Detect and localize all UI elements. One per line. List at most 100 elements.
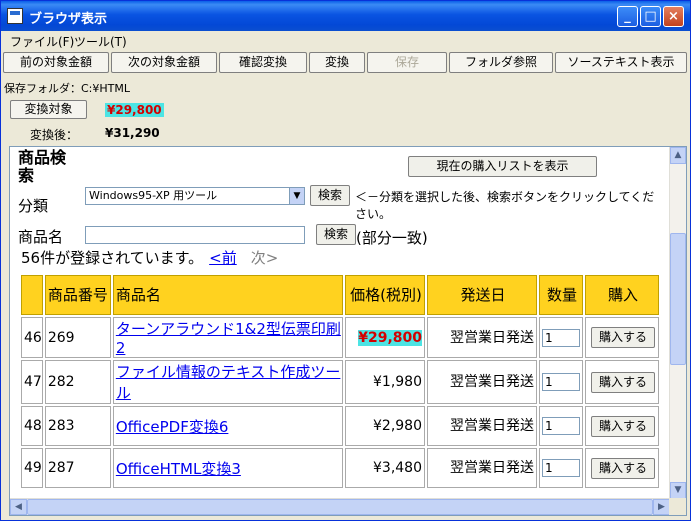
maximize-icon[interactable]: □: [640, 6, 661, 27]
col-index-header: [21, 275, 43, 315]
col-price-header: 価格(税別): [345, 275, 425, 315]
scroll-down-icon[interactable]: ▼: [670, 482, 686, 499]
product-price: ¥29,800: [358, 329, 422, 346]
product-link[interactable]: OfficeHTML変換3: [116, 460, 241, 478]
app-window: ブラウザ表示 _ □ × ファイル(F) ツール(T) 前の対象金額 次の対象金…: [0, 0, 691, 521]
scroll-right-icon[interactable]: ▶: [653, 499, 670, 515]
folder-browse-button[interactable]: フォルダ参照: [449, 52, 553, 73]
quantity-input[interactable]: 1: [542, 459, 580, 477]
col-qty-header: 数量: [539, 275, 583, 315]
category-selected-value: Windows95-XP 用ツール: [89, 189, 218, 202]
browser-window-icon: [7, 8, 23, 24]
product-code: 283: [44, 406, 111, 446]
chevron-down-icon[interactable]: ▼: [289, 188, 304, 204]
product-name-label: 商品名: [18, 228, 64, 246]
product-price: ¥1,980: [373, 374, 422, 390]
quantity-input[interactable]: 1: [542, 328, 580, 347]
row-index: 49: [21, 448, 43, 488]
horizontal-scroll-thumb[interactable]: [27, 499, 653, 515]
row-index: 46: [21, 317, 43, 358]
scroll-up-icon[interactable]: ▲: [670, 147, 686, 164]
quantity-input[interactable]: 1: [542, 373, 580, 391]
qty-cell: 1: [539, 360, 583, 404]
horizontal-scrollbar[interactable]: ◀ ▶: [10, 498, 670, 515]
buy-cell: 購入する: [585, 317, 659, 358]
source-text-button[interactable]: ソーステキスト表示: [555, 52, 687, 73]
col-buy-header: 購入: [585, 275, 659, 315]
product-price-cell: ¥1,980: [345, 360, 425, 404]
table-row: 46 269 ターンアラウンド1&2型伝票印刷2 ¥29,800 翌営業日発送 1 購入する: [21, 317, 659, 358]
save-button[interactable]: 保存: [367, 52, 447, 73]
row-index: 48: [21, 406, 43, 446]
scroll-corner: [669, 498, 686, 515]
product-code: 287: [44, 448, 111, 488]
menu-file[interactable]: ファイル(F): [10, 33, 74, 50]
buy-button[interactable]: 購入する: [591, 327, 655, 348]
menu-tools[interactable]: ツール(T): [74, 33, 127, 50]
product-name-input[interactable]: [85, 226, 305, 244]
toolbar: 前の対象金額 次の対象金額 確認変換 変換 保存 フォルダ参照 ソーステキスト表…: [1, 52, 690, 74]
after-conversion-label: 変換後：: [30, 128, 79, 142]
qty-cell: 1: [539, 406, 583, 446]
ship-date: 翌営業日発送: [427, 360, 537, 404]
show-purchase-list-button[interactable]: 現在の購入リストを表示: [408, 156, 597, 177]
prev-amount-button[interactable]: 前の対象金額: [3, 52, 109, 73]
minimize-icon[interactable]: _: [617, 6, 638, 27]
save-folder-label: 保存フォルダ：C:¥HTML: [4, 82, 130, 95]
product-price-cell: ¥29,800: [345, 317, 425, 358]
qty-cell: 1: [539, 448, 583, 488]
ship-date: 翌営業日発送: [427, 448, 537, 488]
confirm-convert-button[interactable]: 確認変換: [219, 52, 307, 73]
product-table: 商品番号 商品名 価格(税別) 発送日 数量 購入 46 269 ターンアラウンド1…: [19, 273, 661, 490]
category-select[interactable]: Windows95-XP 用ツール ▼: [85, 187, 305, 205]
ship-date: 翌営業日発送: [427, 317, 537, 358]
result-count-line: 56件が登録されています。 <前 次>: [21, 247, 278, 268]
window-title: ブラウザ表示: [29, 12, 108, 27]
vertical-scroll-thumb[interactable]: [670, 233, 686, 365]
buy-cell: 購入する: [585, 360, 659, 404]
col-name-header: 商品名: [112, 275, 343, 315]
next-amount-button[interactable]: 次の対象金額: [111, 52, 217, 73]
product-name-cell: OfficeHTML変換3: [112, 448, 343, 488]
convert-button[interactable]: 変換: [309, 52, 365, 73]
title-bar[interactable]: ブラウザ表示 _ □ ×: [1, 1, 690, 31]
buy-cell: 購入する: [585, 448, 659, 488]
name-search-button[interactable]: 検索: [316, 224, 356, 245]
category-search-button[interactable]: 検索: [310, 185, 350, 206]
vertical-scrollbar[interactable]: ▲ ▼: [669, 147, 686, 499]
scroll-left-icon[interactable]: ◀: [10, 499, 27, 515]
buy-button[interactable]: 購入する: [591, 371, 655, 393]
product-name-cell: ターンアラウンド1&2型伝票印刷2: [112, 317, 343, 358]
page-content: 商品検索 現在の購入リストを表示 分類 Windows95-XP 用ツール ▼ …: [10, 147, 670, 499]
after-conversion-value: ¥31,290: [105, 126, 160, 140]
close-icon[interactable]: ×: [663, 6, 684, 27]
col-code-header: 商品番号: [44, 275, 111, 315]
product-link[interactable]: OfficePDF変換6: [116, 418, 229, 436]
page-title: 商品検索: [18, 148, 67, 185]
category-hint: ＜－分類を選択した後、検索ボタンをクリックしてください。: [355, 190, 655, 221]
ship-date: 翌営業日発送: [427, 406, 537, 446]
buy-button[interactable]: 購入する: [591, 457, 655, 479]
product-price: ¥2,980: [373, 418, 422, 434]
product-link[interactable]: ファイル情報のテキスト作成ツール: [116, 363, 341, 402]
prev-page-link[interactable]: <前: [209, 249, 237, 267]
menu-bar: ファイル(F) ツール(T): [1, 31, 690, 50]
conversion-target-button[interactable]: 変換対象: [10, 100, 87, 119]
result-count: 56件が登録されています。: [21, 249, 204, 267]
next-page-text: 次>: [250, 249, 279, 267]
quantity-input[interactable]: 1: [542, 417, 580, 435]
table-row: 47 282 ファイル情報のテキスト作成ツール ¥1,980 翌営業日発送 1 購入する: [21, 360, 659, 404]
row-index: 47: [21, 360, 43, 404]
table-header-row: 商品番号 商品名 価格(税別) 発送日 数量 購入: [21, 275, 659, 315]
product-link[interactable]: ターンアラウンド1&2型伝票印刷2: [116, 320, 341, 357]
product-price: ¥3,480: [373, 460, 422, 476]
partial-match-label: (部分一致): [356, 229, 428, 247]
product-price-cell: ¥2,980: [345, 406, 425, 446]
buy-button[interactable]: 購入する: [591, 415, 655, 437]
table-row: 49 287 OfficeHTML変換3 ¥3,480 翌営業日発送 1 購入する: [21, 448, 659, 488]
category-label: 分類: [18, 197, 49, 215]
buy-cell: 購入する: [585, 406, 659, 446]
product-code: 269: [44, 317, 111, 358]
table-row: 48 283 OfficePDF変換6 ¥2,980 翌営業日発送 1 購入する: [21, 406, 659, 446]
product-code: 282: [44, 360, 111, 404]
